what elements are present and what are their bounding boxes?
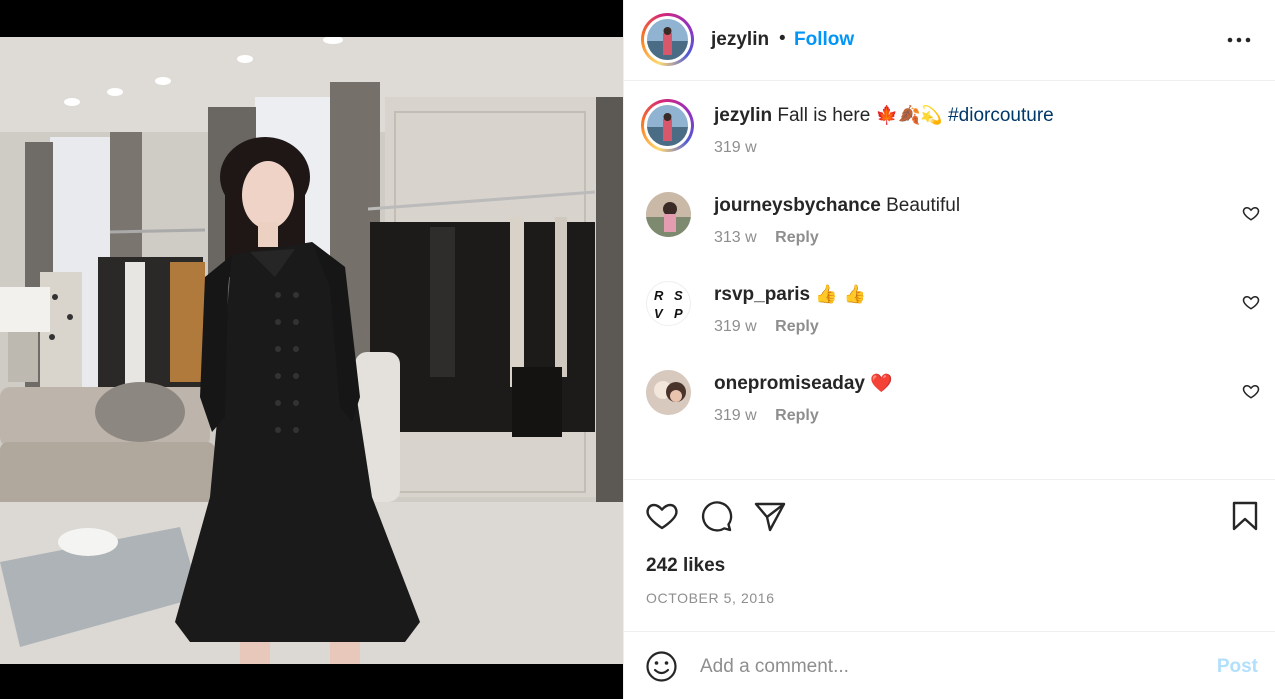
comment-body: Beautiful: [886, 195, 961, 216]
comment-like-heart-icon[interactable]: [1242, 204, 1260, 222]
caption-avatar-image: [647, 105, 688, 146]
caption-body: Fall is here: [777, 105, 871, 126]
separator-dot: •: [779, 28, 786, 49]
comment-username[interactable]: onepromiseaday: [714, 373, 865, 394]
post-photo[interactable]: [0, 37, 623, 664]
action-bar: 242 likes OCTOBER 5, 2016: [624, 479, 1275, 631]
comment-input[interactable]: [700, 650, 1180, 683]
comment-timestamp[interactable]: 313 w: [714, 229, 757, 246]
smiley-icon[interactable]: [645, 650, 678, 683]
caption-timestamp[interactable]: 319 w: [714, 139, 757, 156]
comment-timestamp[interactable]: 319 w: [714, 407, 757, 424]
avatar-letter: P: [674, 306, 683, 321]
caption-meta: 319 w: [714, 139, 757, 157]
author-avatar[interactable]: [641, 13, 694, 66]
caption-emojis: 🍁🍂💫: [875, 105, 943, 126]
comment-timestamp[interactable]: 319 w: [714, 318, 757, 335]
comment-username[interactable]: journeysbychance: [714, 195, 881, 216]
comment-emojis: 👍 👍: [815, 284, 866, 305]
caption-hashtag[interactable]: #diorcouture: [948, 105, 1054, 126]
heart-icon[interactable]: [645, 499, 679, 533]
avatar-letter: S: [674, 288, 683, 303]
more-options-icon[interactable]: [1224, 25, 1254, 55]
likes-count[interactable]: 242 likes: [646, 555, 725, 577]
comment-text: rsvp_paris 👍 👍: [714, 283, 866, 307]
caption-avatar[interactable]: [641, 99, 694, 152]
comment-text: onepromiseaday ❤️: [714, 372, 893, 396]
comment-username[interactable]: rsvp_paris: [714, 284, 810, 305]
comment-row: journeysbychance Beautiful 313 w Reply: [624, 188, 1275, 258]
author-username[interactable]: jezylin: [711, 29, 769, 51]
commenter-avatar[interactable]: [646, 370, 691, 415]
comment-meta: 319 w Reply: [714, 318, 819, 336]
comment-list[interactable]: jezylin Fall is here 🍁🍂💫 #diorcouture 31…: [624, 82, 1275, 479]
author-avatar-image: [647, 19, 688, 60]
avatar-letter: R: [654, 288, 664, 303]
follow-button[interactable]: Follow: [794, 29, 854, 51]
comment-meta: 319 w Reply: [714, 407, 819, 425]
comment-emojis: ❤️: [870, 373, 893, 394]
commenter-avatar[interactable]: R S V P: [646, 281, 691, 326]
comment-like-heart-icon[interactable]: [1242, 293, 1260, 311]
caption-text: jezylin Fall is here 🍁🍂💫 #diorcouture: [714, 104, 1054, 128]
avatar-letter: V: [654, 306, 663, 321]
reply-button[interactable]: Reply: [775, 318, 819, 335]
bookmark-icon[interactable]: [1228, 499, 1262, 533]
comment-like-heart-icon[interactable]: [1242, 382, 1260, 400]
paper-plane-icon[interactable]: [753, 499, 787, 533]
post-date[interactable]: OCTOBER 5, 2016: [646, 590, 775, 606]
commenter-avatar[interactable]: [646, 192, 691, 237]
comment-row: onepromiseaday ❤️ 319 w Reply: [624, 366, 1275, 436]
reply-button[interactable]: Reply: [775, 229, 819, 246]
comment-composer: Post: [624, 631, 1275, 699]
post-header: jezylin • Follow: [624, 0, 1275, 81]
comment-row: R S V P rsvp_paris 👍 👍 319 w Reply: [624, 277, 1275, 347]
post-button[interactable]: Post: [1217, 656, 1258, 678]
post-sidebar: jezylin • Follow jezylin Fall is here 🍁🍂…: [623, 0, 1275, 699]
comment-meta: 313 w Reply: [714, 229, 819, 247]
caption-username[interactable]: jezylin: [714, 105, 772, 126]
comment-text: journeysbychance Beautiful: [714, 194, 960, 218]
comment-bubble-icon[interactable]: [699, 499, 733, 533]
reply-button[interactable]: Reply: [775, 407, 819, 424]
post-media[interactable]: [0, 0, 623, 699]
caption-row: jezylin Fall is here 🍁🍂💫 #diorcouture 31…: [624, 96, 1275, 166]
